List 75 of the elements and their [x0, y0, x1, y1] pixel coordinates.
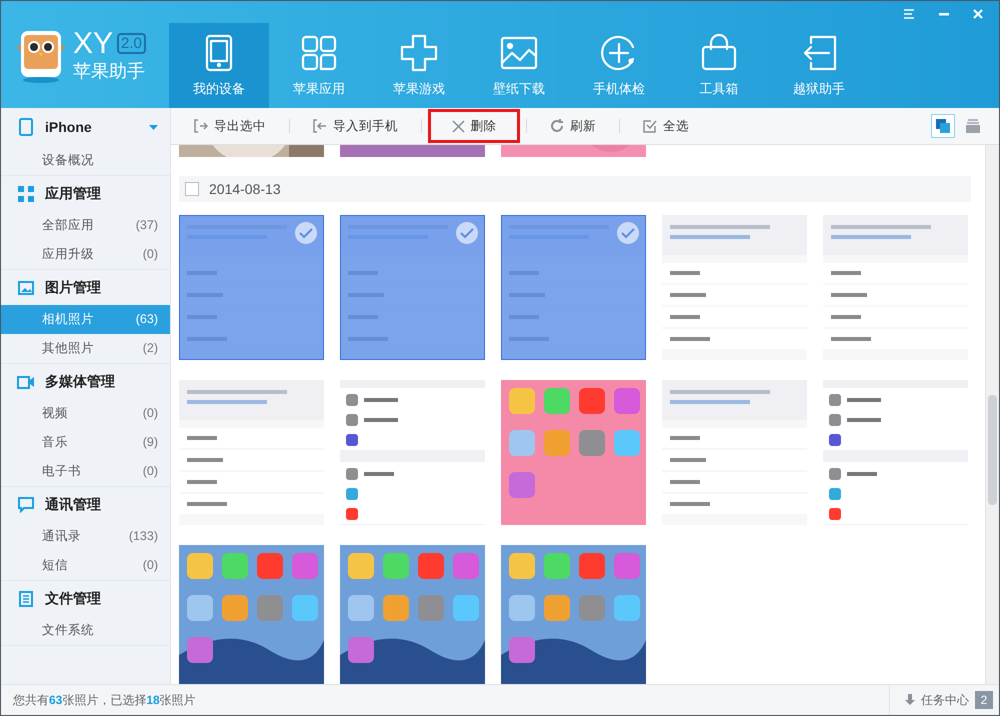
status-text: 您共有63张照片，已选择18张照片 — [12, 692, 196, 709]
grid-view-button[interactable] — [931, 114, 955, 138]
item-count: (0) — [142, 246, 158, 264]
date-label: 2014-08-13 — [209, 180, 281, 198]
stack-icon — [966, 119, 980, 133]
image-icon — [18, 280, 34, 294]
section-title: 多媒体管理 — [45, 372, 115, 391]
app-subtitle: 苹果助手 — [73, 60, 146, 82]
grid-icon — [18, 186, 34, 202]
item-count: (0) — [142, 405, 158, 422]
item-count: (0) — [142, 557, 158, 574]
toolbar-button[interactable]: 全选 — [626, 109, 706, 143]
caret-icon[interactable] — [149, 124, 158, 130]
section-title: iPhone — [45, 118, 92, 136]
check-icon — [455, 221, 479, 245]
item-label: 相机照片 — [42, 311, 94, 328]
refresh-icon — [550, 119, 564, 133]
item-count: (2) — [142, 340, 158, 358]
toolbar-button[interactable]: 删除 — [428, 109, 520, 143]
scrollbar-thumb[interactable] — [988, 395, 997, 505]
nav-tab[interactable]: 我的设备 — [169, 23, 269, 108]
sidebar-item[interactable]: 其他照片 (2) — [1, 334, 170, 363]
checkbox-icon — [643, 119, 657, 133]
item-label: 视频 — [42, 405, 68, 422]
item-label: 音乐 — [42, 434, 68, 452]
task-count-badge: 2 — [975, 691, 993, 709]
section-title: 应用管理 — [45, 184, 101, 203]
bag-icon — [699, 32, 739, 73]
toolbar-button[interactable]: 刷新 — [533, 109, 613, 143]
version-badge: 2.0 — [117, 33, 146, 54]
section-title: 通讯管理 — [45, 495, 101, 514]
section-title: 文件管理 — [45, 589, 101, 608]
item-label: 设备概况 — [42, 152, 94, 170]
document-icon — [19, 590, 33, 606]
date-checkbox[interactable] — [185, 182, 199, 196]
item-label: 全部应用 — [42, 217, 94, 234]
menu-icon — [904, 9, 916, 19]
sidebar-item[interactable]: 文件系统 — [1, 616, 170, 645]
item-label: 通讯录 — [42, 528, 81, 546]
toolbar-button[interactable]: 导出选中 — [177, 109, 283, 143]
export-icon — [194, 119, 208, 133]
task-center-button[interactable]: 任务中心 2 — [889, 685, 999, 715]
item-count: (0) — [142, 463, 158, 480]
scrollbar[interactable] — [985, 145, 999, 684]
chat-icon — [18, 496, 34, 512]
sidebar-item[interactable]: 通讯录 (133) — [1, 522, 170, 551]
sidebar-item[interactable]: 全部应用 (37) — [1, 211, 170, 240]
item-count: (133) — [128, 528, 158, 546]
windows-icon — [936, 119, 950, 133]
close-icon — [452, 120, 464, 132]
sidebar-item[interactable]: 应用升级 (0) — [1, 240, 170, 269]
sidebar-item[interactable]: 电子书 (0) — [1, 457, 170, 486]
download-icon — [905, 694, 915, 706]
import-icon — [313, 119, 327, 133]
minimize-icon — [939, 12, 949, 16]
sidebar-item[interactable]: 短信 (0) — [1, 551, 170, 580]
close-icon — [973, 9, 983, 19]
check-icon — [294, 221, 318, 245]
sidebar-item[interactable]: 设备概况 — [1, 146, 170, 175]
app-name: XY — [73, 28, 114, 60]
phone-icon — [19, 118, 33, 136]
section-title: 图片管理 — [45, 278, 101, 297]
video-camera-icon — [17, 374, 35, 388]
item-count: (63) — [136, 311, 158, 328]
sidebar-item[interactable]: 音乐 (9) — [1, 428, 170, 457]
toolbar-button[interactable]: 导入到手机 — [296, 109, 415, 143]
item-label: 应用升级 — [42, 246, 94, 264]
item-label: 其他照片 — [42, 340, 94, 358]
item-label: 文件系统 — [42, 622, 94, 640]
item-count: (37) — [136, 217, 158, 234]
check-icon — [616, 221, 640, 245]
item-label: 短信 — [42, 557, 68, 574]
item-count: (9) — [142, 434, 158, 452]
sidebar-item[interactable]: 视频 (0) — [1, 399, 170, 428]
item-label: 电子书 — [42, 463, 81, 480]
